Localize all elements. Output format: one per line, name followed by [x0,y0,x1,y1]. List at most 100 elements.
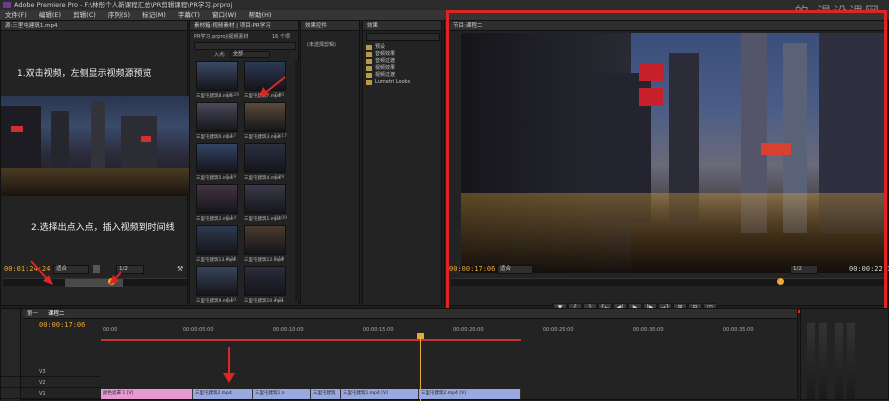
instruction-note-2: 2.选择出点入点，插入视频到时间线 [31,223,175,233]
source-monitor-tab[interactable]: 源:三里屯建筑1.mp4 [1,21,187,31]
thumbnail-duration: 3:29 [274,175,285,180]
track-v1: V1 [1,389,101,399]
effects-item-video-effects[interactable]: 视频效果 [363,65,443,72]
clip[interactable]: 三里屯建筑1.n [253,389,311,399]
thumbnail-duration: 10:09 [274,216,287,221]
timeline-tabs: 第一 课程二 [23,309,797,319]
audio-meter-left [807,323,815,399]
source-monitor-panel: 源:三里屯建筑1.mp4 1.双击视频，左侧显示视频源预览 2.选择出点入点，插… [0,20,189,352]
playhead-handle[interactable] [417,333,424,339]
ruler-label: 00:00:35:00 [723,327,754,333]
project-thumbnail[interactable] [244,102,286,132]
menu-clip[interactable]: 剪辑(C) [68,10,101,20]
window-title: Adobe Premiere Pro - F:\林彤个人新课程汇总\PR剪辑课程… [14,1,233,9]
project-thumbnail[interactable] [196,225,238,255]
tab-sequence-2[interactable]: 课程二 [48,311,65,317]
track-label-v3: V3 [39,369,46,375]
source-video-frame [1,96,189,196]
menu-help[interactable]: 帮助(H) [244,10,277,20]
project-thumbnail[interactable] [244,143,286,173]
tab-sequence-1[interactable]: 第一 [27,311,38,317]
clip[interactable]: 三里屯建筑1.mp4 [V] [341,389,419,399]
clip-label: 三里屯建筑2.mp4 [195,391,232,396]
menu-file[interactable]: 文件(F) [0,10,32,20]
clip[interactable]: 三里屯建筑2.mp4 [193,389,253,399]
menu-marker[interactable]: 标记(M) [137,10,171,20]
inpoint-label: 入点: [214,52,226,58]
effect-controls-panel: 效果控件 (未选择剪辑) [300,20,360,306]
effects-item-lumetri[interactable]: Lumetri Looks [363,79,443,86]
inpoint-dropdown[interactable]: 全部 [230,51,270,58]
clip[interactable]: 三里屯建筑2.mp4 [V] [419,389,521,399]
project-thumbnail[interactable] [196,102,238,132]
red-arrow-project [259,76,286,97]
ruler-label: 00:00:05:00 [183,327,214,333]
inpoint-value: 全部 [233,51,244,57]
clip-label: 三里屯建筑1.mp4 [V] [343,391,388,396]
thumbnail-duration: 8:24 [226,257,237,262]
timeline-panel: 第一 课程二 00:00:17:06 00:00 00:00:05:00 00:0… [0,308,799,401]
tab-bin[interactable]: 素材箱:视频素材 [194,23,234,29]
thumbnail-duration: 5:19 [226,175,237,180]
audio-meter [835,323,843,399]
audio-meter-right [819,323,827,399]
premiere-app-icon [3,2,11,8]
clip-label: 三里屯建筑 [313,391,336,396]
effects-item-audio-transitions[interactable]: 音频过渡 [363,58,443,65]
clip-label: 三里屯建筑2.mp4 [V] [421,391,466,396]
project-thumbnail[interactable] [196,143,238,173]
thumbnail-duration: 11:17 [274,134,287,139]
scrollbar[interactable] [295,61,299,301]
clip-label: 三里屯建筑1.n [255,391,285,396]
effects-search-input[interactable] [366,33,440,41]
menu-edit[interactable]: 编辑(E) [34,10,66,20]
wrench-icon[interactable]: ⚒ [177,265,183,273]
track-label-v2: V2 [39,380,46,386]
v1-clips: 颜色遮罩 1 [V] 三里屯建筑2.mp4 三里屯建筑1.n 三里屯建筑 三里屯… [101,389,521,401]
no-clip-selected: (未选择剪辑) [307,42,336,48]
audio-meter [847,323,855,399]
red-arrow-timeline [223,347,235,383]
title-bar: Adobe Premiere Pro - F:\林彤个人新课程汇总\PR剪辑课程… [0,0,889,10]
effects-item-video-transitions[interactable]: 视频过渡 [363,72,443,79]
effects-item-audio-effects[interactable]: 音频效果 [363,51,443,58]
effects-list: 预设 音频效果 音频过渡 视频效果 视频过渡 Lumetri Looks [363,44,443,86]
red-arrow-annotations [30,260,121,285]
menu-sequence[interactable]: 序列(S) [103,10,135,20]
project-thumbnail[interactable] [244,225,286,255]
thumbnail-duration: 14:29 [226,93,239,98]
menu-title[interactable]: 字幕(T) [173,10,205,20]
effects-tab[interactable]: 效果 [363,21,441,31]
audio-meters-panel [800,308,889,400]
effects-item-presets[interactable]: 预设 [363,44,443,51]
project-thumbnail[interactable] [244,266,286,296]
thumbnail-duration: 5:19 [274,257,285,262]
menu-window[interactable]: 窗口(W) [207,10,242,20]
track-v3: V3 [1,367,101,377]
work-area-bar[interactable] [101,339,521,341]
thumbnail-duration: 6:14 [226,216,237,221]
project-tabs: 素材箱:视频素材 | 项目:PR学习 [190,21,298,31]
clip-label: 颜色遮罩 1 [V] [103,391,134,396]
project-panel: 素材箱:视频素材 | 项目:PR学习 PR学习.prproj\视频素材 16 个… [189,20,299,306]
ruler-label: 00:00:25:00 [543,327,574,333]
ruler-label: 00:00:15:00 [363,327,394,333]
search-input[interactable] [194,42,296,50]
project-thumbnail[interactable] [196,61,238,91]
effects-panel: 效果 预设 音频效果 音频过渡 视频效果 视频过渡 Lumetri Looks [362,20,442,306]
timeline-timecode[interactable]: 00:00:17:06 [39,321,85,329]
item-count: 16 个项 [272,34,290,40]
ruler-label: 00:00 [103,327,118,333]
effect-controls-tab[interactable]: 效果控件 [301,21,359,31]
highlight-box [446,10,887,313]
track-v2: V2 [1,378,101,388]
project-thumbnail[interactable] [196,266,238,296]
timeline-ruler[interactable]: 00:00 00:00:05:00 00:00:10:00 00:00:15:0… [101,323,799,343]
thumbnail-duration: 7:21 [274,298,285,303]
project-thumbnail[interactable] [196,184,238,214]
project-thumbnail[interactable] [244,184,286,214]
clip-color-matte[interactable]: 颜色遮罩 1 [V] [101,389,193,399]
clip[interactable]: 三里屯建筑 [311,389,341,399]
instruction-note-1: 1.双击视频，左侧显示视频源预览 [17,69,152,79]
tab-project[interactable]: 项目:PR学习 [240,23,271,29]
